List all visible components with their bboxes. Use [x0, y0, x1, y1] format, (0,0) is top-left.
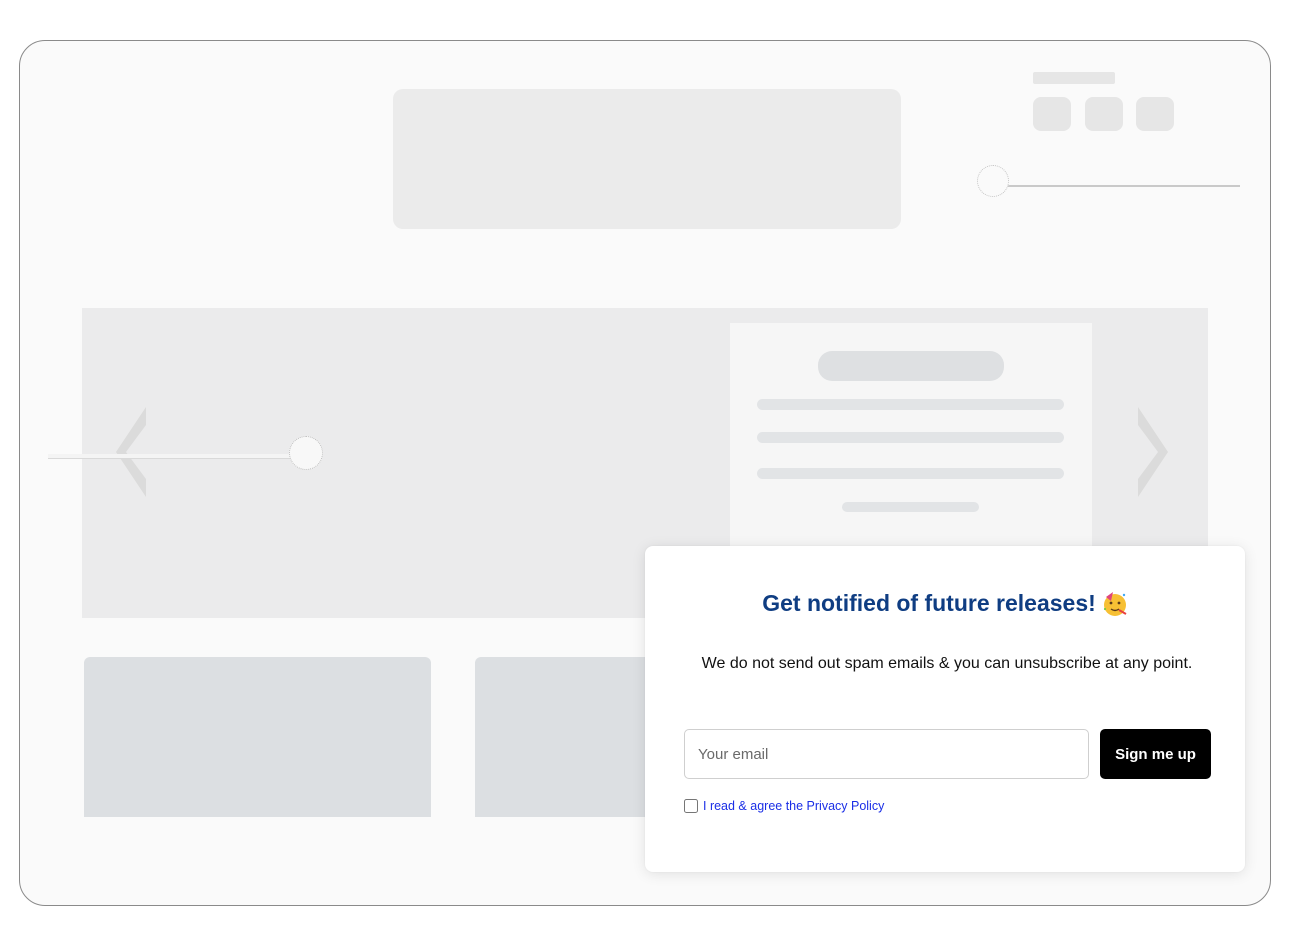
- skeleton-text-line: [757, 432, 1064, 443]
- skeleton-text-line: [757, 399, 1064, 410]
- skeleton-content-block: [84, 657, 431, 817]
- popup-description: We do not send out spam emails & you can…: [701, 655, 1193, 672]
- skeleton-text-line: [757, 468, 1064, 479]
- chevron-right-icon: [1138, 407, 1168, 497]
- privacy-consent[interactable]: I read & agree the Privacy Policy: [684, 799, 884, 813]
- email-input[interactable]: [684, 729, 1089, 779]
- decorative-slider-track-left: [48, 454, 306, 459]
- privacy-policy-link[interactable]: I read & agree the Privacy Policy: [703, 799, 884, 813]
- popup-title-row: Get notified of future releases!: [645, 590, 1245, 617]
- skeleton-header-block: [393, 89, 901, 229]
- decorative-slider-track-top: [1008, 185, 1240, 187]
- skeleton-card-title: [818, 351, 1004, 381]
- decorative-slider-knob-left: [289, 436, 323, 470]
- partying-face-icon: [1103, 591, 1127, 616]
- skeleton-hero-card: [730, 323, 1092, 553]
- skeleton-text-line: [842, 502, 979, 512]
- privacy-consent-checkbox[interactable]: [684, 799, 698, 813]
- skeleton-icon-square: [1136, 97, 1174, 131]
- newsletter-popup: Get notified of future releases! We do n…: [645, 546, 1245, 872]
- popup-title: Get notified of future releases!: [762, 590, 1096, 616]
- skeleton-icon-square: [1085, 97, 1123, 131]
- chevron-left-icon: [116, 407, 146, 497]
- decorative-slider-knob-top: [977, 165, 1009, 197]
- skeleton-icon-square: [1033, 97, 1071, 131]
- sign-me-up-button[interactable]: Sign me up: [1100, 729, 1211, 779]
- skeleton-top-bar: [1033, 72, 1115, 84]
